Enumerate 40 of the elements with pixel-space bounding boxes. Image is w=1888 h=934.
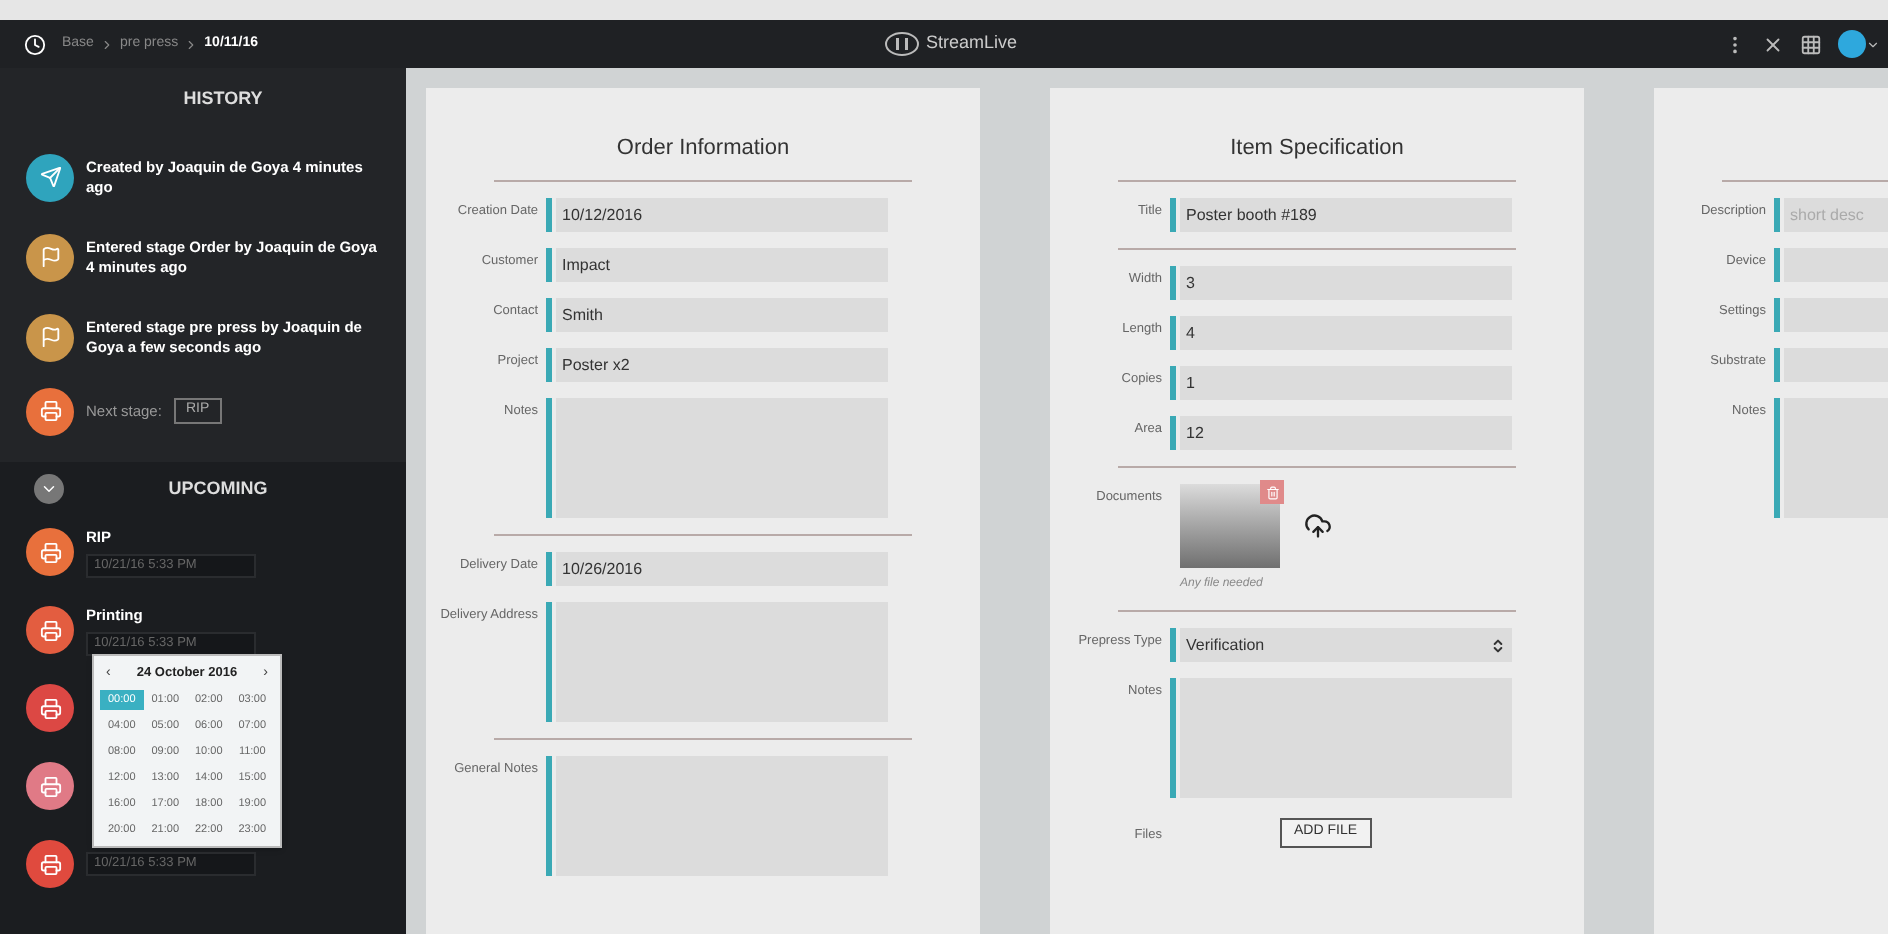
section-title: HISTORY — [181, 86, 265, 112]
printer-icon — [39, 619, 61, 641]
apps-grid-icon[interactable] — [1800, 33, 1822, 55]
section-title: UPCOMING — [166, 475, 270, 502]
collapse-toggle[interactable] — [34, 474, 64, 504]
text-field[interactable]: Impact — [556, 248, 888, 282]
logo-icon — [884, 31, 920, 56]
text-field[interactable]: 1 — [1180, 366, 1512, 400]
text-field[interactable]: 12 — [1180, 416, 1512, 450]
flag-icon — [39, 246, 61, 268]
text-field[interactable]: Smith — [556, 298, 888, 332]
trash-icon — [1265, 485, 1279, 499]
document-thumbnail[interactable] — [1180, 484, 1280, 568]
printer-icon — [39, 400, 61, 422]
text-field[interactable]: 4 — [1180, 316, 1512, 350]
close-icon[interactable] — [1762, 33, 1784, 55]
chevron-icon — [40, 480, 58, 498]
chevron-icon — [99, 37, 114, 51]
text-field[interactable]: 10/26/2016 — [556, 552, 888, 586]
text-field[interactable]: 10/12/2016 — [556, 198, 888, 232]
app-title: StreamLive — [926, 30, 1018, 56]
send-icon — [39, 166, 61, 188]
chevron-icon — [184, 37, 199, 51]
printer-icon — [39, 541, 61, 563]
dropdown-icon — [1490, 637, 1506, 653]
clock-icon — [24, 33, 46, 55]
flag-icon — [39, 326, 61, 348]
user-avatar[interactable] — [1838, 30, 1866, 58]
text-field[interactable]: 3 — [1180, 266, 1512, 300]
card-title: Item Specification — [1228, 134, 1406, 164]
delete-badge[interactable] — [1260, 480, 1284, 504]
text-field[interactable]: Poster x2 — [556, 348, 888, 382]
text-field[interactable]: Poster booth #189 — [1180, 198, 1512, 232]
caret-icon[interactable] — [1866, 37, 1880, 51]
printer-icon — [39, 853, 61, 875]
dropdown-field[interactable]: Verification — [1180, 628, 1512, 662]
card-title: Order Information — [614, 134, 792, 164]
cloud-upload-icon[interactable] — [1304, 512, 1332, 540]
printer-icon — [39, 775, 61, 797]
printer-icon — [39, 697, 61, 719]
